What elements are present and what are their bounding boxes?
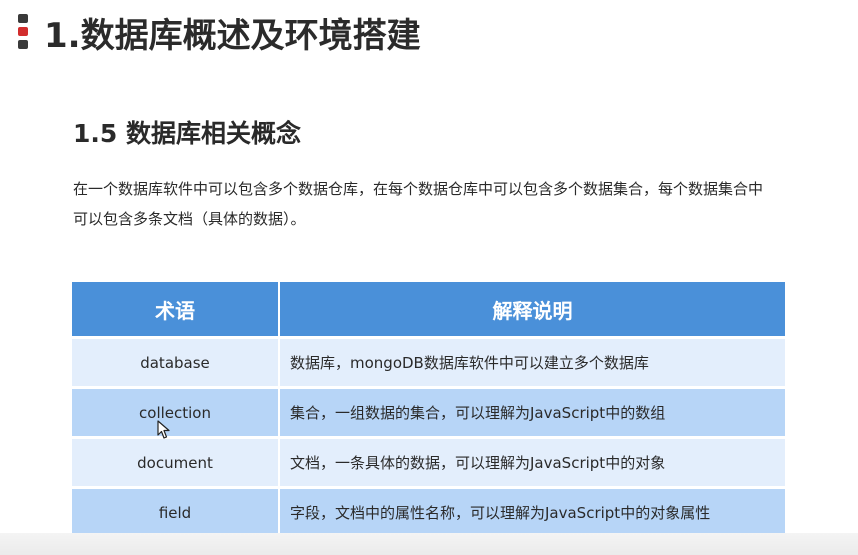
section-title: 1.5 数据库相关概念 bbox=[73, 119, 301, 148]
terms-table: 术语 解释说明 database 数据库，mongoDB数据库软件中可以建立多个… bbox=[72, 282, 785, 539]
description-cell: 字段，文档中的属性名称，可以理解为JavaScript中的对象属性 bbox=[279, 487, 785, 539]
title-marker-icon bbox=[18, 14, 28, 53]
table-row: database 数据库，mongoDB数据库软件中可以建立多个数据库 bbox=[72, 337, 785, 389]
description-cell: 数据库，mongoDB数据库软件中可以建立多个数据库 bbox=[279, 337, 785, 389]
mouse-cursor-icon bbox=[157, 420, 170, 439]
term-cell: collection bbox=[72, 387, 280, 439]
table-row: document 文档，一条具体的数据，可以理解为JavaScript中的对象 bbox=[72, 437, 785, 489]
header-description: 解释说明 bbox=[279, 282, 785, 339]
description-cell: 文档，一条具体的数据，可以理解为JavaScript中的对象 bbox=[279, 437, 785, 489]
slide-title: 1.数据库概述及环境搭建 bbox=[44, 16, 421, 56]
term-cell: document bbox=[72, 437, 280, 489]
description-cell: 集合，一组数据的集合，可以理解为JavaScript中的数组 bbox=[279, 387, 785, 439]
intro-paragraph: 在一个数据库软件中可以包含多个数据仓库，在每个数据仓库中可以包含多个数据集合，每… bbox=[73, 180, 764, 228]
bottom-band bbox=[0, 533, 858, 555]
table-header-row: 术语 解释说明 bbox=[72, 282, 785, 339]
table-row: field 字段，文档中的属性名称，可以理解为JavaScript中的对象属性 bbox=[72, 487, 785, 539]
header-term: 术语 bbox=[72, 282, 280, 339]
term-cell: database bbox=[72, 337, 280, 389]
table-row: collection 集合，一组数据的集合，可以理解为JavaScript中的数… bbox=[72, 387, 785, 439]
term-cell: field bbox=[72, 487, 280, 539]
